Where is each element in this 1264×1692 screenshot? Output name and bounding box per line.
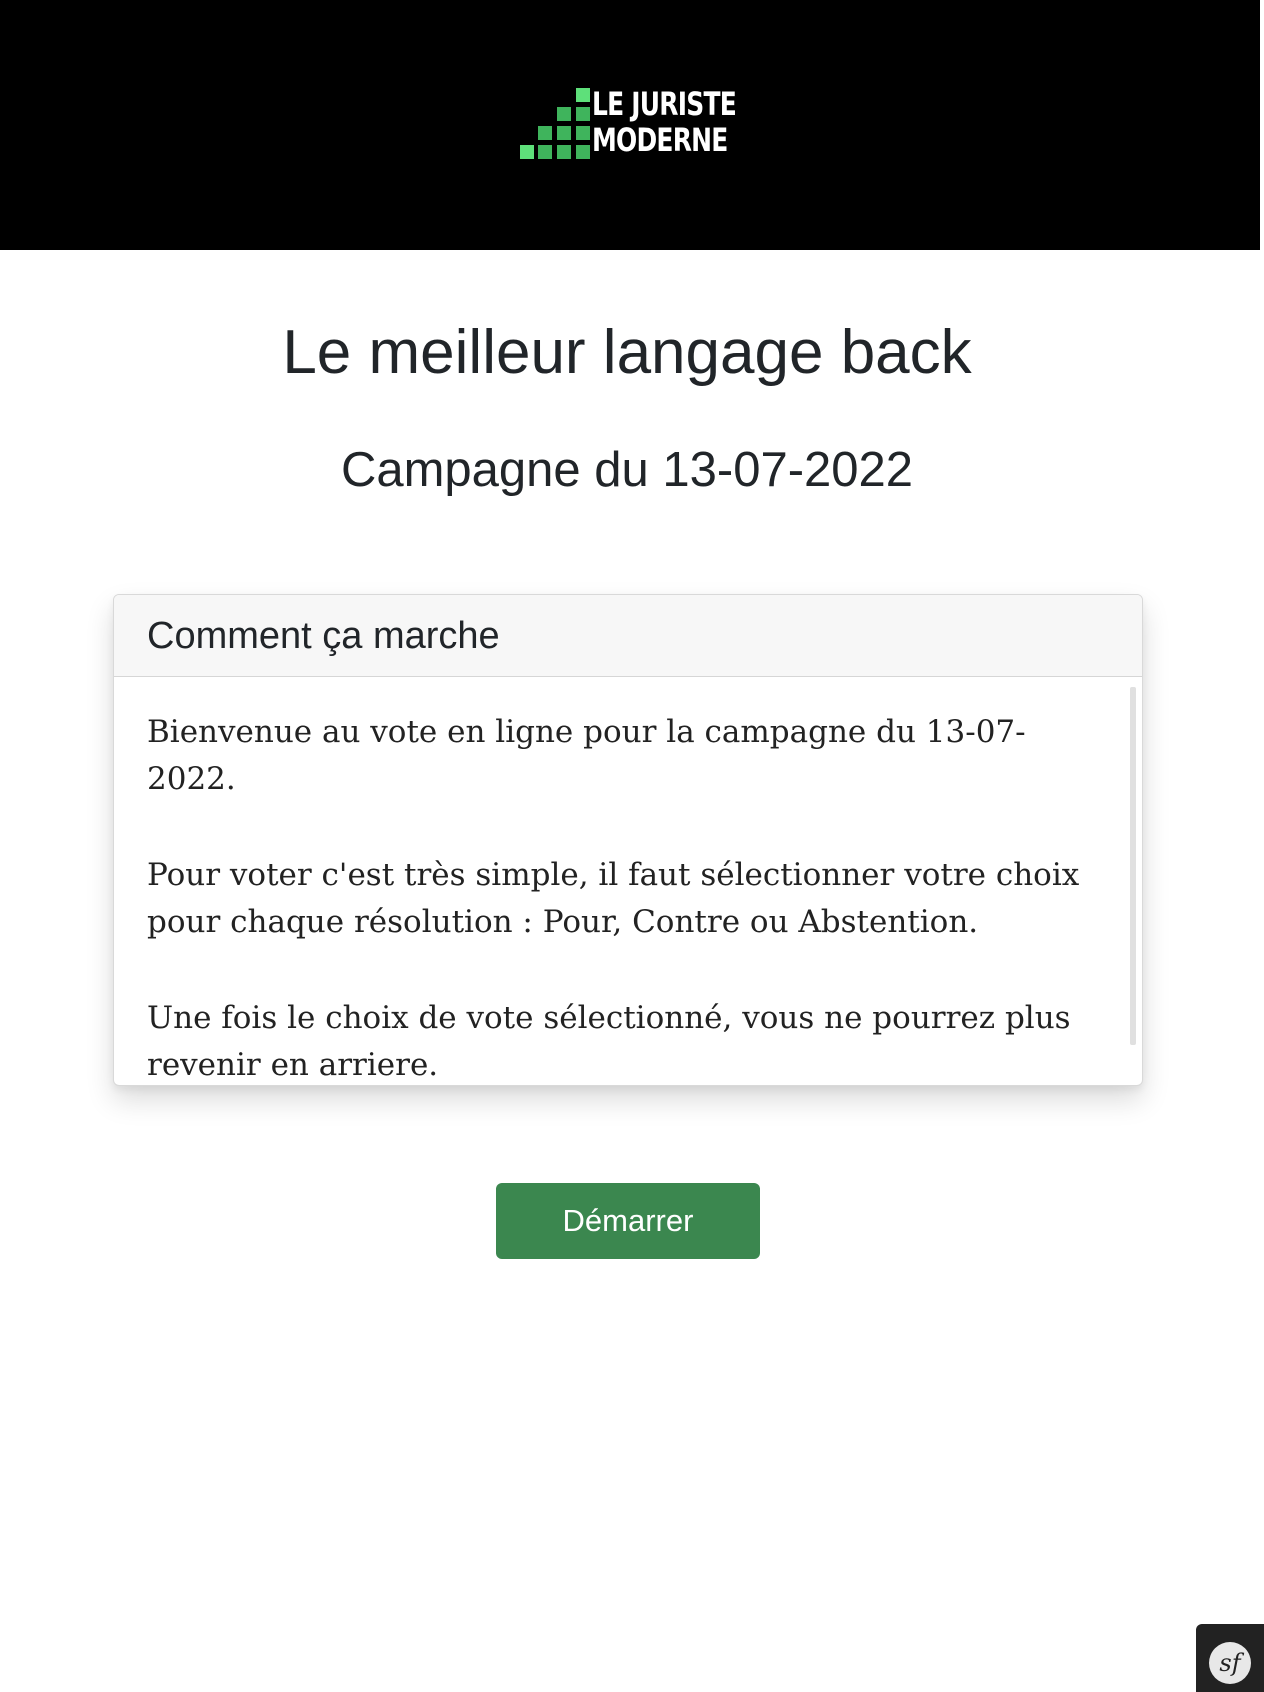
card-body: Bienvenue au vote en ligne pour la campa… — [114, 677, 1142, 1085]
site-logo[interactable]: LE JURISTE MODERNE — [520, 86, 737, 160]
how-to-vote-paragraph: Pour voter c'est très simple, il faut sé… — [147, 857, 1080, 940]
logo-blocks-icon — [520, 88, 590, 159]
debug-toolbar-toggle[interactable]: sf — [1196, 1624, 1264, 1692]
card-header: Comment ça marche — [114, 595, 1142, 677]
symfony-icon: sf — [1209, 1642, 1251, 1684]
welcome-paragraph: Bienvenue au vote en ligne pour la campa… — [147, 714, 1026, 797]
logo-text: LE JURISTE MODERNE — [592, 85, 737, 159]
campaign-subtitle: Campagne du 13-07-2022 — [340, 443, 914, 497]
start-button[interactable]: Démarrer — [496, 1183, 760, 1259]
instructions-card: Comment ça marche Bienvenue au vote en l… — [113, 594, 1143, 1086]
final-choice-paragraph: Une fois le choix de vote sélectionné, v… — [147, 1000, 1071, 1083]
card-scrollbar[interactable] — [1130, 687, 1136, 1045]
site-header: LE JURISTE MODERNE — [0, 0, 1260, 250]
page-title: Le meilleur langage back — [282, 318, 972, 387]
logo-line-2: MODERNE — [592, 121, 728, 159]
logo-line-1: LE JURISTE — [592, 85, 737, 123]
